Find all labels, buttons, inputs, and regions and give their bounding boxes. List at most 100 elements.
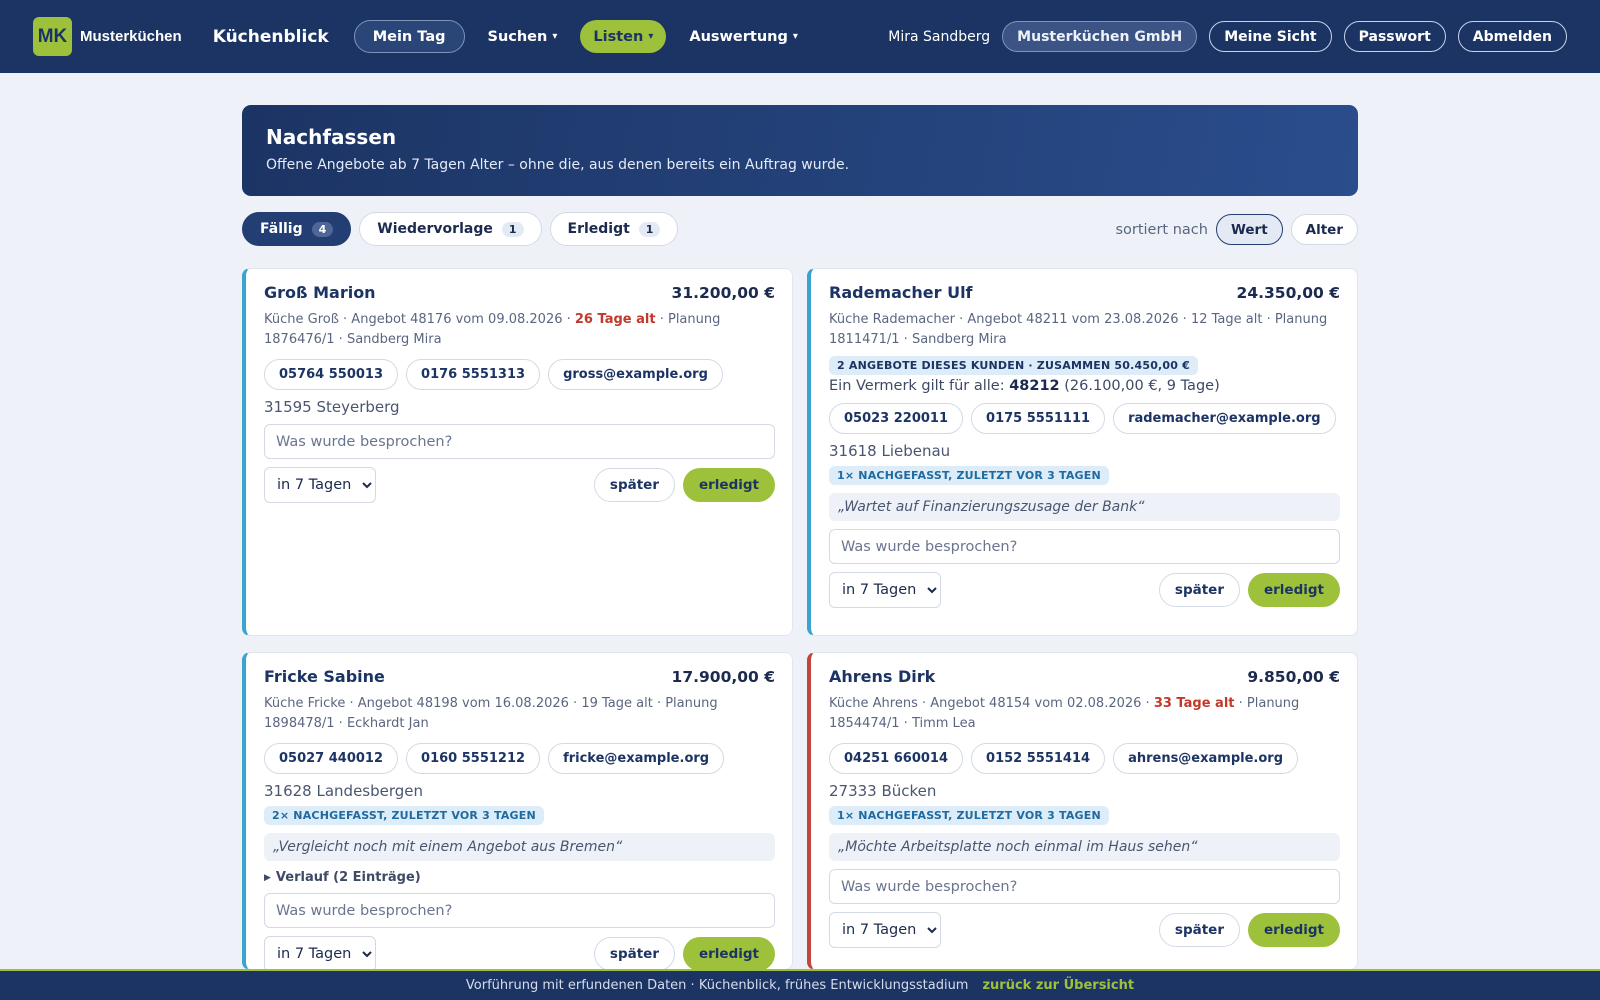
page-banner: Nachfassen Offene Angebote ab 7 Tagen Al…: [242, 105, 1358, 196]
followup-count-badge: 1× NACHGEFASST, ZULETZT VOR 3 TAGEN: [829, 466, 1109, 485]
done-button[interactable]: erledigt: [682, 468, 775, 502]
offer-meta: Küche Fricke · Angebot 48198 vom 16.08.2…: [264, 694, 775, 734]
followup-interval-select[interactable]: in 7 Tagen: [829, 572, 941, 608]
last-note-quote: „Wartet auf Finanzierungszusage der Bank…: [829, 493, 1340, 521]
followup-interval-select[interactable]: in 7 Tagen: [829, 912, 941, 948]
followup-interval-select[interactable]: in 7 Tagen: [264, 467, 376, 503]
main-menu: Mein Tag Suchen ▾ Listen ▾ Auswertung ▾: [353, 20, 811, 53]
shared-note-text: (26.100,00 €, 9 Tage): [1059, 378, 1220, 394]
note-input[interactable]: [264, 424, 775, 459]
offer-meta-text: Küche Rademacher · Angebot 48211 vom 23.…: [829, 312, 1191, 327]
status-filter-tabs: Fällig 4 Wiedervorlage 1 Erledigt 1: [242, 212, 679, 246]
top-navigation: MK Musterküchen Küchenblick Mein Tag Suc…: [0, 0, 1600, 73]
phone-chip[interactable]: 05764 550013: [264, 359, 399, 390]
count-badge: 4: [311, 221, 334, 237]
email-chip[interactable]: gross@example.org: [548, 359, 723, 390]
email-chip[interactable]: rademacher@example.org: [1113, 403, 1336, 434]
user-area: Mira Sandberg Musterküchen GmbH Meine Si…: [888, 21, 1567, 52]
customer-name[interactable]: Ahrens Dirk: [829, 667, 935, 686]
note-input[interactable]: [829, 869, 1340, 904]
note-input[interactable]: [829, 529, 1340, 564]
contact-chips: 05023 220011 0175 5551111 rademacher@exa…: [829, 403, 1340, 434]
offer-meta-text: Küche Fricke · Angebot 48198 vom 16.08.2…: [264, 696, 582, 711]
offer-meta: Küche Ahrens · Angebot 48154 vom 02.08.2…: [829, 694, 1340, 734]
later-button[interactable]: später: [593, 468, 675, 502]
customer-place: 31628 Landesbergen: [264, 782, 424, 800]
done-button[interactable]: erledigt: [1247, 913, 1340, 947]
customer-name[interactable]: Rademacher Ulf: [829, 283, 973, 302]
chevron-down-icon: ▾: [792, 31, 798, 42]
later-button[interactable]: später: [1158, 913, 1240, 947]
back-to-overview-link[interactable]: zurück zur Übersicht: [982, 978, 1134, 993]
offer-age: 33 Tage alt: [1153, 696, 1235, 711]
sort-by-age-button[interactable]: Alter: [1290, 214, 1358, 245]
shared-note-offer[interactable]: 48212: [1009, 378, 1059, 394]
phone-chip[interactable]: 04251 660014: [829, 743, 964, 774]
followup-card: Ahrens Dirk 9.850,00 € Küche Ahrens · An…: [807, 652, 1358, 970]
logo-mark[interactable]: MK: [33, 17, 72, 56]
contact-chips: 04251 660014 0152 5551414 ahrens@example…: [829, 743, 1340, 774]
later-button[interactable]: später: [593, 937, 675, 969]
offer-age: 19 Tage alt: [581, 696, 653, 711]
mobile-chip[interactable]: 0160 5551212: [406, 743, 541, 774]
email-chip[interactable]: ahrens@example.org: [1113, 743, 1298, 774]
tab-wiedervorlage[interactable]: Wiedervorlage 1: [359, 212, 542, 246]
tab-faellig[interactable]: Fällig 4: [242, 212, 352, 246]
offer-amount: 31.200,00 €: [671, 284, 775, 302]
followup-interval-select[interactable]: in 7 Tagen: [264, 936, 376, 969]
followup-count-badge: 2× NACHGEFASST, ZULETZT VOR 3 TAGEN: [264, 806, 544, 825]
phone-chip[interactable]: 05027 440012: [264, 743, 399, 774]
customer-place: 31618 Liebenau: [829, 442, 951, 460]
shared-note-text: Ein Vermerk gilt für alle:: [829, 378, 1010, 394]
done-button[interactable]: erledigt: [1247, 573, 1340, 607]
nav-listen-label: Listen: [593, 28, 644, 45]
page-subtitle: Offene Angebote ab 7 Tagen Alter – ohne …: [266, 157, 850, 173]
app-name[interactable]: Küchenblick: [213, 27, 329, 47]
nav-auswertung[interactable]: Auswertung ▾: [676, 20, 811, 53]
customer-place: 27333 Bücken: [829, 782, 937, 800]
customer-name[interactable]: Fricke Sabine: [264, 667, 385, 686]
history-label: Verlauf (2 Einträge): [275, 870, 421, 885]
phone-chip[interactable]: 05023 220011: [829, 403, 964, 434]
mobile-chip[interactable]: 0175 5551111: [971, 403, 1106, 434]
demo-footer: Vorführung mit erfundenen Daten · Küchen…: [0, 969, 1600, 1000]
mobile-chip[interactable]: 0176 5551313: [406, 359, 541, 390]
nav-suchen-label: Suchen: [487, 28, 548, 45]
offer-meta-text: Küche Ahrens · Angebot 48154 vom 02.08.2…: [829, 696, 1154, 711]
nav-suchen[interactable]: Suchen ▾: [475, 20, 571, 53]
last-note-quote: „Vergleicht noch mit einem Angebot aus B…: [264, 833, 775, 861]
chevron-down-icon: ▾: [552, 31, 558, 42]
tab-wiedervorlage-label: Wiedervorlage: [377, 221, 493, 237]
logo-text[interactable]: Musterküchen: [80, 28, 182, 45]
offer-meta-text: Küche Groß · Angebot 48176 vom 09.08.202…: [264, 312, 575, 327]
nav-listen[interactable]: Listen ▾: [580, 20, 667, 53]
mobile-chip[interactable]: 0152 5551414: [971, 743, 1106, 774]
last-note-quote: „Möchte Arbeitsplatte noch einmal im Hau…: [829, 833, 1340, 861]
user-name: Mira Sandberg: [888, 28, 991, 45]
done-button[interactable]: erledigt: [682, 937, 775, 969]
sort-by-value-button[interactable]: Wert: [1215, 214, 1283, 245]
note-input[interactable]: [264, 893, 775, 928]
later-button[interactable]: später: [1158, 573, 1240, 607]
footer-text: Vorführung mit erfundenen Daten · Küchen…: [465, 978, 969, 993]
history-toggle[interactable]: ▶ Verlauf (2 Einträge): [264, 870, 775, 885]
nav-mein-tag[interactable]: Mein Tag: [353, 20, 465, 53]
customer-name[interactable]: Groß Marion: [264, 283, 376, 302]
contact-chips: 05027 440012 0160 5551212 fricke@example…: [264, 743, 775, 774]
count-badge: 1: [501, 221, 524, 237]
contact-chips: 05764 550013 0176 5551313 gross@example.…: [264, 359, 775, 390]
tab-erledigt[interactable]: Erledigt 1: [549, 212, 679, 246]
offer-amount: 24.350,00 €: [1236, 284, 1340, 302]
sort-control: sortiert nach Wert Alter: [1115, 214, 1358, 245]
my-view-button[interactable]: Meine Sicht: [1209, 21, 1332, 52]
followup-card: Fricke Sabine 17.900,00 € Küche Fricke ·…: [242, 652, 793, 970]
email-chip[interactable]: fricke@example.org: [548, 743, 725, 774]
password-button[interactable]: Passwort: [1343, 21, 1446, 52]
company-switch-button[interactable]: Musterküchen GmbH: [1002, 21, 1198, 52]
logout-button[interactable]: Abmelden: [1457, 21, 1567, 52]
offer-age: 12 Tage alt: [1190, 312, 1263, 327]
customer-offers-badge: 2 ANGEBOTE DIESES KUNDEN · ZUSAMMEN 50.4…: [829, 356, 1199, 375]
count-badge: 1: [638, 221, 661, 237]
customer-place: 31595 Steyerberg: [264, 398, 400, 416]
chevron-down-icon: ▾: [648, 31, 654, 42]
